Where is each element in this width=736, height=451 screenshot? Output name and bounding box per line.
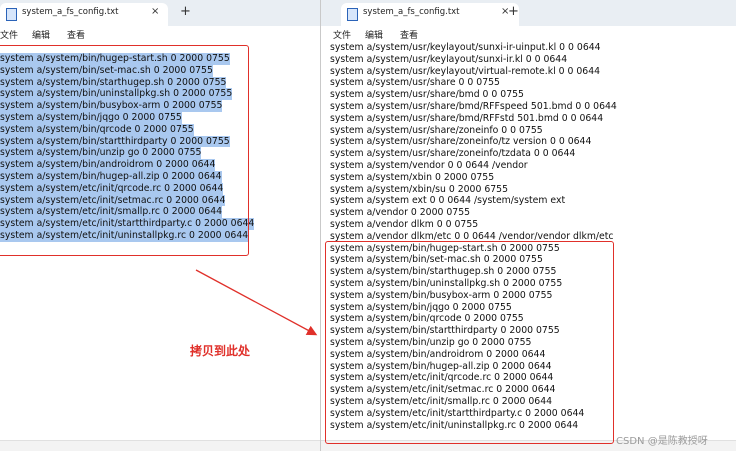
left-tab-title: system_a_fs_config.txt — [22, 7, 119, 17]
text-line: system a/system/usr/share/bmd/RFFspeed 5… — [330, 101, 617, 112]
notepad-file-icon — [347, 8, 358, 21]
text-line: system a/system/usr/share 0 0 0755 — [330, 77, 500, 89]
menu-edit[interactable]: 编辑 — [32, 28, 50, 41]
copy-here-annotation: 拷贝到此处 — [190, 344, 251, 358]
text-line: system a/system/usr/share/zoneinfo/tzdat… — [330, 148, 576, 160]
destination-highlight-box — [325, 241, 614, 444]
menu-file[interactable]: 文件 — [0, 28, 18, 41]
new-tab-icon[interactable]: + — [508, 4, 519, 19]
text-line: system a/system/usr/share/bmd 0 0 0755 — [330, 89, 524, 101]
left-notepad-window: system_a_fs_config.txt × + 文件 编辑 查看 syst… — [0, 0, 320, 451]
right-tab-title: system_a_fs_config.txt — [363, 7, 460, 17]
menu-view[interactable]: 查看 — [400, 28, 418, 41]
csdn-watermark: CSDN @是陈教授呀 — [616, 436, 708, 447]
left-menu-bar: 文件 编辑 查看 — [0, 26, 320, 42]
text-line: system a/vendor 0 2000 0755 — [330, 207, 471, 219]
menu-edit[interactable]: 编辑 — [365, 28, 383, 41]
text-line: system a/system/xbin/su 0 2000 6755 — [330, 183, 508, 195]
close-tab-icon[interactable]: × — [151, 6, 159, 17]
menu-file[interactable]: 文件 — [333, 28, 351, 41]
text-line: system a/system/usr/keylayout/sunxi-ir.k… — [330, 53, 568, 65]
text-line: system a/system/usr/share/zoneinfo/tz ve… — [330, 136, 592, 148]
text-line: system a/vendor dlkm 0 0 0755 — [330, 219, 479, 230]
right-tab-bar: system_a_fs_config.txt × + — [321, 0, 736, 26]
text-line: system a/system/usr/keylayout/virtual-re… — [330, 65, 601, 77]
new-tab-icon[interactable]: + — [180, 4, 191, 19]
left-status-bar — [0, 440, 320, 451]
text-line: system a/system/xbin 0 2000 0755 — [330, 171, 495, 183]
source-highlight-box — [0, 45, 249, 256]
text-line: system a/system ext 0 0 0644 /system/sys… — [330, 195, 566, 207]
text-line: system a/system/usr/share/bmd/RFFstd 501… — [330, 112, 604, 124]
right-file-tab[interactable]: system_a_fs_config.txt × — [341, 3, 519, 26]
left-file-tab[interactable]: system_a_fs_config.txt × — [0, 3, 168, 26]
notepad-file-icon — [6, 8, 17, 21]
text-line: system a/system/usr/keylayout/sunxi-ir-u… — [330, 42, 601, 53]
right-menu-bar: 文件 编辑 查看 — [321, 26, 736, 42]
text-line: system a/system/vendor 0 0 0644 /vendor — [330, 160, 528, 171]
text-line: system a/system/usr/share/zoneinfo 0 0 0… — [330, 124, 543, 136]
menu-view[interactable]: 查看 — [67, 28, 85, 41]
right-notepad-window: system_a_fs_config.txt × + 文件 编辑 查看 syst… — [320, 0, 736, 451]
left-tab-bar: system_a_fs_config.txt × + — [0, 0, 320, 26]
